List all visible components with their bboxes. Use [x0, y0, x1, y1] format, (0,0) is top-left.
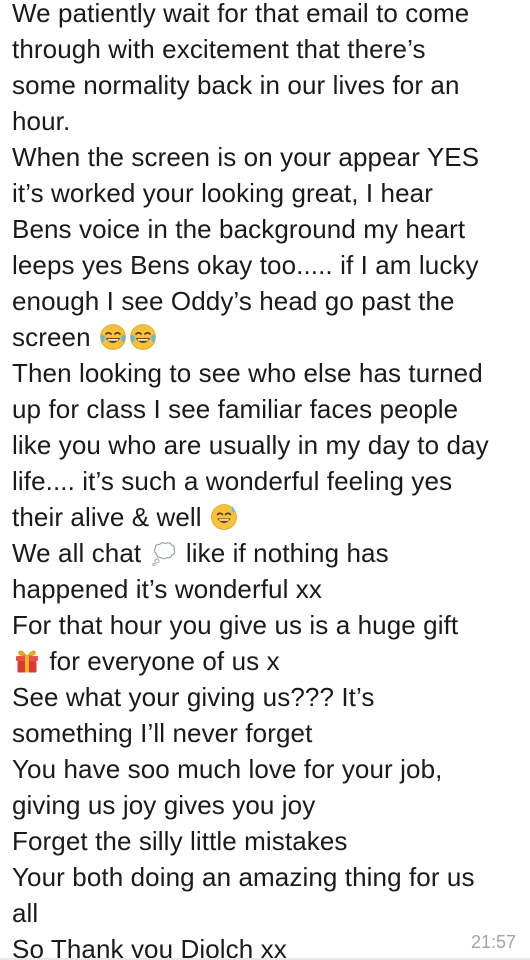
message-line: hour.: [12, 106, 71, 136]
face-with-tears-of-joy-icon: [129, 323, 157, 351]
message-line: For that hour you give us is a huge gift: [12, 610, 459, 640]
message-line: You have soo much love for your job,: [12, 754, 443, 784]
message-line: life.... it’s such a wonderful feeling y…: [12, 466, 453, 496]
message-line: giving us joy gives you joy: [12, 790, 316, 820]
grinning-face-with-sweat-icon: [210, 503, 238, 531]
message-text: like if nothing has: [185, 538, 389, 568]
message-line: all: [12, 898, 39, 928]
message-line: some normality back in our lives for an: [12, 70, 460, 100]
message-line-with-emoji: screen: [12, 319, 158, 355]
message-line: So Thank you Diolch xx: [12, 934, 287, 960]
message-line: Then looking to see who else has turned: [12, 358, 483, 388]
message-line: Forget the silly little mistakes: [12, 826, 348, 856]
message-line: Bens voice in the background my heart: [12, 214, 466, 244]
message-line: through with excitement that there’s: [12, 34, 426, 64]
message-line: like you who are usually in my day to da…: [12, 430, 489, 460]
message-line-with-emoji: for everyone of us x: [12, 643, 280, 679]
message-line-with-emoji: We all chat like if nothing has: [12, 535, 389, 571]
message-timestamp: 21:57: [470, 932, 516, 952]
message-text: for everyone of us x: [49, 646, 280, 676]
face-with-tears-of-joy-icon: [99, 323, 127, 351]
message-text: We all chat: [12, 538, 142, 568]
message-line: See what your giving us??? It’s: [12, 682, 375, 712]
message-line: When the screen is on your appear YES: [12, 142, 480, 172]
message-line: happened it’s wonderful xx: [12, 574, 322, 604]
message-line: leeps yes Bens okay too..... if I am luc…: [12, 250, 479, 280]
message-text: their alive & well: [12, 502, 202, 532]
message-line: something I’ll never forget: [12, 718, 313, 748]
message-line: We patiently wait for that email to come: [12, 0, 470, 28]
message-bubble: We patiently wait for that email to come…: [0, 0, 530, 960]
message-line: Your both doing an amazing thing for us: [12, 862, 475, 892]
message-line: up for class I see familiar faces people: [12, 394, 459, 424]
thought-balloon-icon: [150, 539, 178, 567]
message-line: it’s worked your looking great, I hear: [12, 178, 433, 208]
wrapped-gift-icon: [13, 647, 41, 675]
message-line: enough I see Oddy’s head go past the: [12, 286, 455, 316]
message-text: screen: [12, 322, 91, 352]
message-line-with-emoji: their alive & well: [12, 499, 239, 535]
